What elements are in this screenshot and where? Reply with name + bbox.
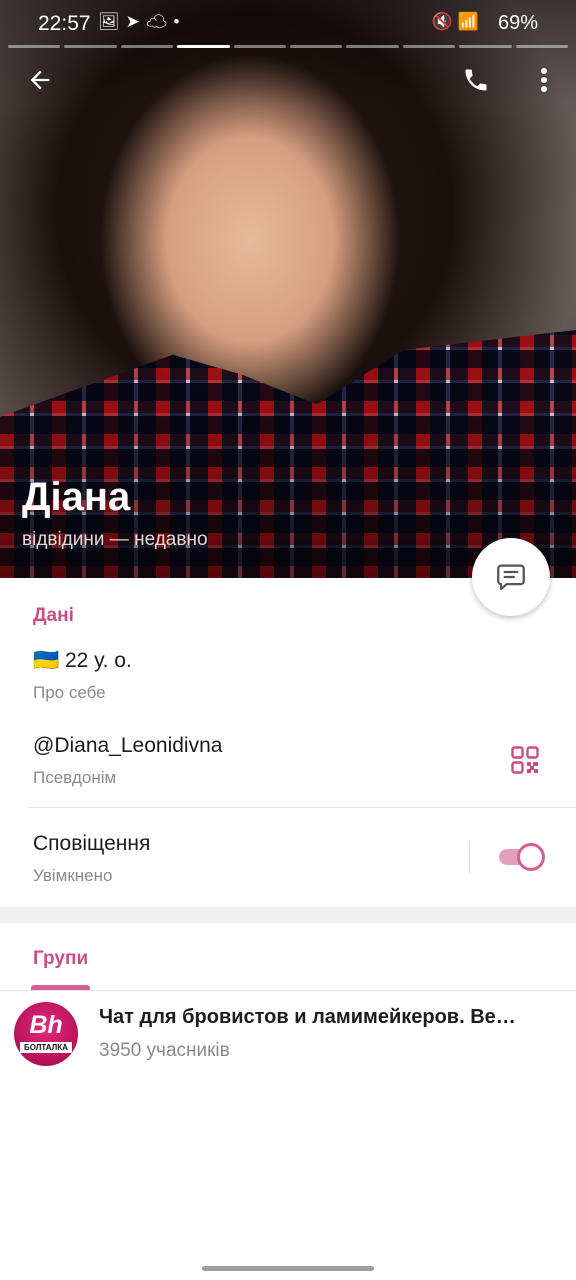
bio-value: 🇺🇦 22 у. о. — [33, 649, 132, 672]
group-member-count: 3950 учасників — [99, 1040, 230, 1061]
mute-icon: 🔇 — [431, 12, 458, 31]
notification-icons: 🖼➤☁• — [98, 12, 185, 32]
notifications-status: Увімкнено — [33, 866, 113, 885]
call-button[interactable] — [458, 62, 494, 98]
username-label: Псевдонім — [33, 768, 117, 787]
section-separator — [0, 907, 576, 923]
profile-name: Діана — [22, 475, 131, 519]
photo-progress-bar — [8, 45, 569, 48]
avatar-logo-text: Bh — [29, 1011, 63, 1039]
battery-percentage: 69% — [497, 12, 538, 34]
info-section-title: Дані — [33, 605, 74, 626]
vertical-separator — [469, 841, 470, 873]
progress-segment — [515, 45, 569, 48]
tab-divider — [0, 990, 576, 991]
telegram-icon: ➤ — [125, 12, 146, 31]
progress-segment — [459, 45, 512, 48]
notifications-title: Сповіщення — [33, 832, 151, 855]
notifications-toggle[interactable] — [497, 842, 545, 872]
group-avatar: Bh БОЛТАЛКА — [14, 1002, 78, 1066]
username-value[interactable]: @Diana_Leonidivna — [33, 734, 222, 758]
toggle-knob — [517, 843, 545, 871]
image-icon: 🖼 — [98, 12, 126, 31]
cloud-icon: ☁ — [145, 12, 174, 31]
progress-segment — [290, 45, 343, 48]
status-time: 22:57 — [38, 12, 91, 35]
progress-segment — [120, 45, 174, 48]
tab-groups[interactable]: Групи — [33, 948, 88, 970]
message-button[interactable] — [472, 538, 550, 616]
progress-segment — [233, 45, 287, 48]
bio-label: Про себе — [33, 683, 106, 702]
back-button[interactable] — [22, 62, 58, 98]
progress-segment — [8, 45, 61, 48]
wifi-icon: 📶 — [457, 12, 484, 31]
more-vertical-icon — [541, 68, 547, 92]
system-icons: 🔇📶 — [432, 12, 484, 32]
qr-code-icon — [511, 746, 539, 774]
progress-segment — [64, 45, 117, 48]
progress-segment-active — [177, 45, 230, 48]
dot-icon: • — [173, 12, 186, 31]
group-name: Чат для бровистов и ламимейкеров. Ве… — [99, 1006, 516, 1028]
avatar-logo-subtext: БОЛТАЛКА — [20, 1042, 72, 1053]
phone-icon — [465, 69, 487, 91]
arrow-left-icon — [30, 70, 50, 90]
qr-code-button[interactable] — [511, 746, 539, 774]
last-seen-status: відвідини — недавно — [22, 529, 208, 550]
home-indicator[interactable] — [202, 1266, 374, 1271]
progress-segment — [402, 45, 456, 48]
progress-segment — [346, 45, 399, 48]
more-options-button[interactable] — [526, 62, 562, 98]
divider — [28, 807, 576, 808]
chat-bubble-icon — [497, 564, 525, 591]
status-bar: 22:57 🖼➤☁• 🔇📶 69% — [0, 0, 576, 46]
